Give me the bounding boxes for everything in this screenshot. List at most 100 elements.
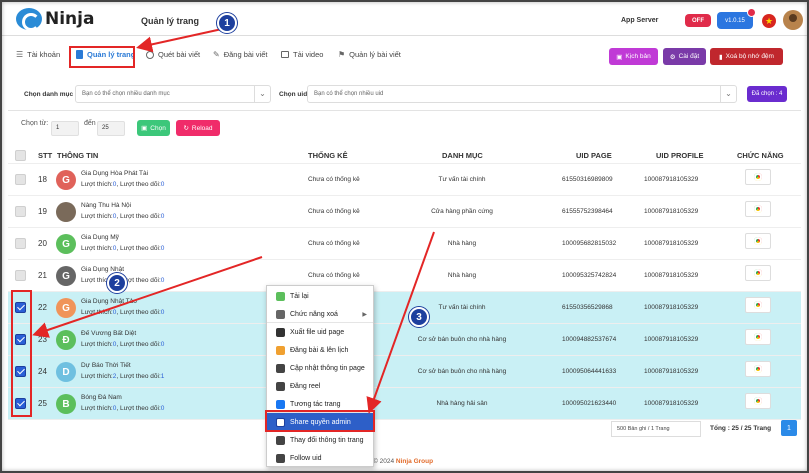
like-count: 0 [112, 341, 117, 348]
total-pages: Tổng : 25 / 25 Trang [710, 425, 772, 432]
camera-icon [276, 381, 285, 391]
table-row[interactable]: 21GGia Dụng NhậtLượt thích:0, Lượt theo … [8, 260, 801, 292]
category-placeholder: Bạn có thể chọn nhiều danh mục [82, 91, 170, 97]
range-from-input[interactable]: 1 [51, 121, 79, 136]
page-avatar: B [56, 394, 76, 414]
row-checkbox[interactable] [15, 270, 26, 281]
row-checkbox[interactable] [15, 174, 26, 185]
page-name: Gia Dụng Mỹ [81, 234, 119, 241]
uid-select[interactable]: Bạn có thể chọn nhiều uid ⌄ [307, 85, 737, 103]
follow-count: 0 [160, 309, 165, 316]
clear-cache-button[interactable]: ▮ Xoá bộ nhớ đệm [710, 48, 783, 65]
chrome-icon[interactable] [745, 297, 771, 313]
context-menu-label: Tương tác trang [290, 400, 341, 408]
row-uid-profile: 100087918105329 [644, 336, 699, 343]
chrome-icon[interactable] [745, 361, 771, 377]
nav-item-accounts[interactable]: ☰ Tài khoản [16, 50, 60, 59]
row-checkbox[interactable] [15, 238, 26, 249]
chevron-down-icon: ⌄ [254, 86, 270, 102]
like-count: 0 [112, 245, 117, 252]
context-menu-item[interactable]: Follow uid [267, 449, 373, 467]
table-row[interactable]: 24 D Dự Báo Thời Tiết Lượt thích:2, Lượt th… [8, 356, 801, 388]
nav-label: Quét bài viết [158, 50, 201, 59]
like-count: 0 [112, 213, 117, 220]
range-to-input[interactable]: 25 [97, 121, 125, 136]
row-checkbox[interactable] [15, 206, 26, 217]
like-count: 2 [112, 373, 117, 380]
ninja-logo[interactable]: Ninja [16, 8, 94, 31]
chrome-icon[interactable] [745, 393, 771, 409]
follow-label: Lượt theo dõi: [120, 405, 161, 412]
page-name: Gia Dụng Nhật [81, 266, 124, 273]
page-name: Gia Dụng Hòa Phát Tài [81, 170, 149, 177]
chrome-icon[interactable] [745, 265, 771, 281]
page-avatar: Đ [56, 330, 76, 350]
category-select[interactable]: Bạn có thể chọn nhiều danh mục ⌄ [75, 85, 271, 103]
select-range-button[interactable]: ▣ Chọn [137, 120, 170, 136]
context-menu-item[interactable]: Đăng reel [267, 377, 373, 395]
header-stt: STT [38, 151, 53, 160]
vietnam-flag-icon[interactable]: ★ [762, 14, 776, 28]
context-menu-item[interactable]: Tải lại [267, 287, 373, 305]
page-avatar: D [56, 362, 76, 382]
row-uid-page: 100095064441633 [562, 368, 617, 375]
like-label: Lượt thích: [81, 213, 113, 220]
select-range-label: Chọn [150, 124, 166, 132]
nav-item-publish-posts[interactable]: ✎ Đăng bài viết [213, 50, 267, 59]
table-header: STT THÔNG TIN THỐNG KÊ DANH MỤC UID PAGE… [8, 148, 801, 164]
chrome-icon[interactable] [745, 329, 771, 345]
nav-item-download-video[interactable]: Tải video [281, 50, 323, 59]
page-avatar: G [56, 266, 76, 286]
like-label: Lượt thích: [81, 309, 113, 316]
table-row[interactable]: 25 B Bóng Đá Nam Lượt thích:0, Lượt theo dõ… [8, 388, 801, 420]
uid-placeholder: Bạn có thể chọn nhiều uid [314, 91, 384, 97]
nav-item-post-management[interactable]: ⚑ Quản lý bài viết [338, 50, 401, 59]
user-avatar[interactable] [783, 10, 803, 30]
copyright: © 2024 [373, 458, 395, 465]
row-stt: 19 [38, 207, 47, 216]
page-title: Quản lý trang [141, 16, 200, 26]
settings-button[interactable]: ⚙ Cài đặt [663, 48, 706, 65]
context-menu-label: Đăng reel [290, 382, 321, 390]
page-button-current[interactable]: 1 [781, 420, 797, 436]
list-icon: ☰ [16, 50, 24, 59]
step-badge-3: 3 [409, 307, 429, 327]
table-row[interactable]: 22 G Gia Dụng Nhật Tảo Lượt thích:0, Lượt t… [8, 292, 801, 324]
table-row[interactable]: 23 Đ Đế Vương Bất Diệt Lượt thích:0, Lượt t… [8, 324, 801, 356]
page-size-select[interactable]: 500 Bản ghi / 1 Trang [611, 421, 701, 437]
ninja-logo-icon [16, 8, 42, 31]
context-menu-label: Xuất file uid page [290, 328, 345, 336]
table-row[interactable]: 19 Nàng Thu Hà Nội Lượt thích:0, Lượt theo… [8, 196, 801, 228]
row-uid-profile: 100087918105329 [644, 208, 699, 215]
app-server-toggle[interactable]: OFF [685, 14, 711, 27]
nav-item-scan-posts[interactable]: Quét bài viết [146, 50, 200, 59]
page-meta: Lượt thích:0, Lượt theo dõi:0 [81, 309, 165, 316]
table-row[interactable]: 18 G Gia Dụng Hòa Phát Tài Lượt thích:0, Lư… [8, 164, 801, 196]
context-menu-item[interactable]: Thay đổi thông tin trang [267, 431, 373, 449]
script-button[interactable]: ▣ Kịch bản [609, 48, 658, 65]
context-menu-item[interactable]: Cập nhật thông tin page [267, 359, 373, 377]
select-all-checkbox[interactable] [15, 150, 26, 161]
row-uid-page: 100095682815032 [562, 240, 617, 247]
context-menu-label: Đăng bài & lên lịch [290, 346, 349, 354]
row-stats: Chưa có thống kê [308, 208, 360, 215]
script-icon: ▣ [616, 53, 623, 61]
footer-brand-link[interactable]: Ninja Group [396, 458, 433, 465]
trash-icon [276, 309, 285, 319]
header-stats: THỐNG KÊ [308, 151, 348, 160]
like-count: 0 [112, 309, 117, 316]
context-menu-item[interactable]: Đăng bài & lên lịch [267, 341, 373, 359]
header-category: DANH MỤC [442, 151, 483, 160]
reload-button[interactable]: ↻ Reload [176, 120, 220, 136]
chrome-icon[interactable] [745, 201, 771, 217]
range-from-label: Chọn từ: [21, 120, 49, 127]
trash-icon: ▮ [719, 53, 723, 61]
step3-highlight-box [265, 410, 375, 432]
context-menu-item[interactable]: Chức năng xoá ▶ [267, 305, 373, 323]
follow-count: 0 [160, 181, 165, 188]
table-row[interactable]: 20 G Gia Dụng Mỹ Lượt thích:0, Lượt theo dõ… [8, 228, 801, 260]
chrome-icon[interactable] [745, 169, 771, 185]
export-icon [276, 327, 285, 337]
context-menu-item[interactable]: Xuất file uid page [267, 323, 373, 341]
chrome-icon[interactable] [745, 233, 771, 249]
